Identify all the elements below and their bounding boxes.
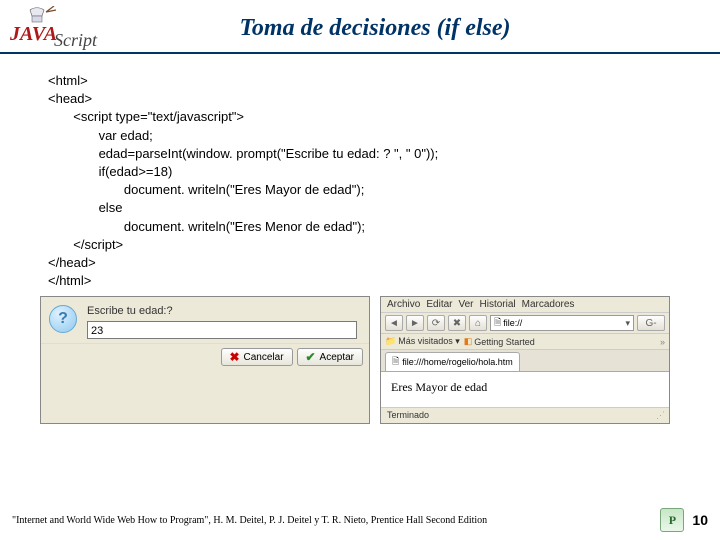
code-line: if(edad>=18) [99,164,173,179]
code-line: <html> [48,73,88,88]
page-content: Eres Mayor de edad [381,371,669,407]
status-text: Terminado [387,410,429,421]
page-number: 10 [692,512,708,528]
menu-ver[interactable]: Ver [458,299,473,310]
code-area: <html> <head> <script type="text/javascr… [0,54,720,290]
tab-page-icon: 🗎 [392,354,399,370]
menu-archivo[interactable]: Archivo [387,299,420,310]
code-line: edad=parseInt(window. prompt("Escribe tu… [99,146,439,161]
home-button[interactable]: ⌂ [469,315,487,331]
screenshots-row: ? Escribe tu edad:? 23 ✖ Cancelar ✔ Acep… [0,290,720,424]
page-output-text: Eres Mayor de edad [391,380,487,394]
code-line: <script type="text/javascript"> [73,109,244,124]
back-button[interactable]: ◄ [385,315,403,331]
dialog-buttons: ✖ Cancelar ✔ Aceptar [41,343,369,372]
tab-label: file:///home/rogelio/hola.htm [402,357,513,367]
address-text: file:// [503,318,522,328]
menu-marcadores[interactable]: Marcadores [522,299,575,310]
bookmark-most-visited[interactable]: 📁 Más visitados ▾ [385,336,460,347]
cancel-label: Cancelar [244,352,284,363]
accept-label: Aceptar [320,352,354,363]
search-box[interactable]: G- [637,315,665,331]
feed-icon: ◧ [464,336,473,347]
slide-header: JAVA Script Toma de decisiones (if else) [0,0,720,54]
code-line: <head> [48,91,92,106]
folder-icon: 📁 [385,336,396,347]
status-bar: Terminado ⋰ [381,407,669,423]
accept-icon: ✔ [306,352,317,363]
dialog-label: Escribe tu edad:? [87,305,361,317]
bookmarks-bar: 📁 Más visitados ▾ ◧ Getting Started » [381,334,669,350]
browser-window: Archivo Editar Ver Historial Marcadores … [380,296,670,424]
footer-logo-icon: P [660,508,684,532]
tab-active[interactable]: 🗎 file:///home/rogelio/hola.htm [385,352,520,371]
cancel-button[interactable]: ✖ Cancelar [221,348,293,366]
footer-citation: "Internet and World Wide Web How to Prog… [12,515,487,526]
prompt-dialog: ? Escribe tu edad:? 23 ✖ Cancelar ✔ Acep… [40,296,370,424]
question-icon: ? [49,305,77,333]
code-line: else [99,200,123,215]
reload-button[interactable]: ⟳ [427,315,445,331]
tab-bar: 🗎 file:///home/rogelio/hola.htm [381,350,669,371]
logo-script-text: Script [54,30,98,50]
code-line: </html> [48,273,91,288]
code-line: </head> [48,255,96,270]
javascript-logo-svg: JAVA Script [8,6,98,50]
code-line: document. writeln("Eres Menor de edad"); [124,219,365,234]
accept-button[interactable]: ✔ Aceptar [297,348,363,366]
search-engine-label: G- [645,318,656,329]
code-line: document. writeln("Eres Mayor de edad"); [124,182,364,197]
address-bar[interactable]: 🗎 file:// ▾ [490,315,634,331]
cancel-icon: ✖ [230,352,241,363]
forward-button[interactable]: ► [406,315,424,331]
logo-java-text: JAVA [9,23,57,45]
page-icon: 🗎 [494,315,501,331]
dialog-input[interactable]: 23 [87,321,357,339]
javascript-logo: JAVA Script [8,6,98,50]
browser-menubar: Archivo Editar Ver Historial Marcadores [381,297,669,313]
code-line: </script> [73,237,123,252]
code-block: <html> <head> <script type="text/javascr… [48,72,672,290]
code-line: var edad; [99,128,153,143]
resize-grip-icon: ⋰ [656,410,663,421]
slide-footer: "Internet and World Wide Web How to Prog… [0,508,720,532]
bookmarks-overflow-icon[interactable]: » [660,337,665,347]
menu-historial[interactable]: Historial [480,299,516,310]
bookmark-getting-started[interactable]: ◧ Getting Started [464,336,535,347]
slide-title: Toma de decisiones (if else) [98,15,712,42]
menu-editar[interactable]: Editar [426,299,452,310]
stop-button[interactable]: ✖ [448,315,466,331]
dropdown-icon[interactable]: ▾ [625,318,630,329]
dialog-body: ? Escribe tu edad:? 23 [41,297,369,343]
browser-toolbar: ◄ ► ⟳ ✖ ⌂ 🗎 file:// ▾ G- [381,313,669,334]
